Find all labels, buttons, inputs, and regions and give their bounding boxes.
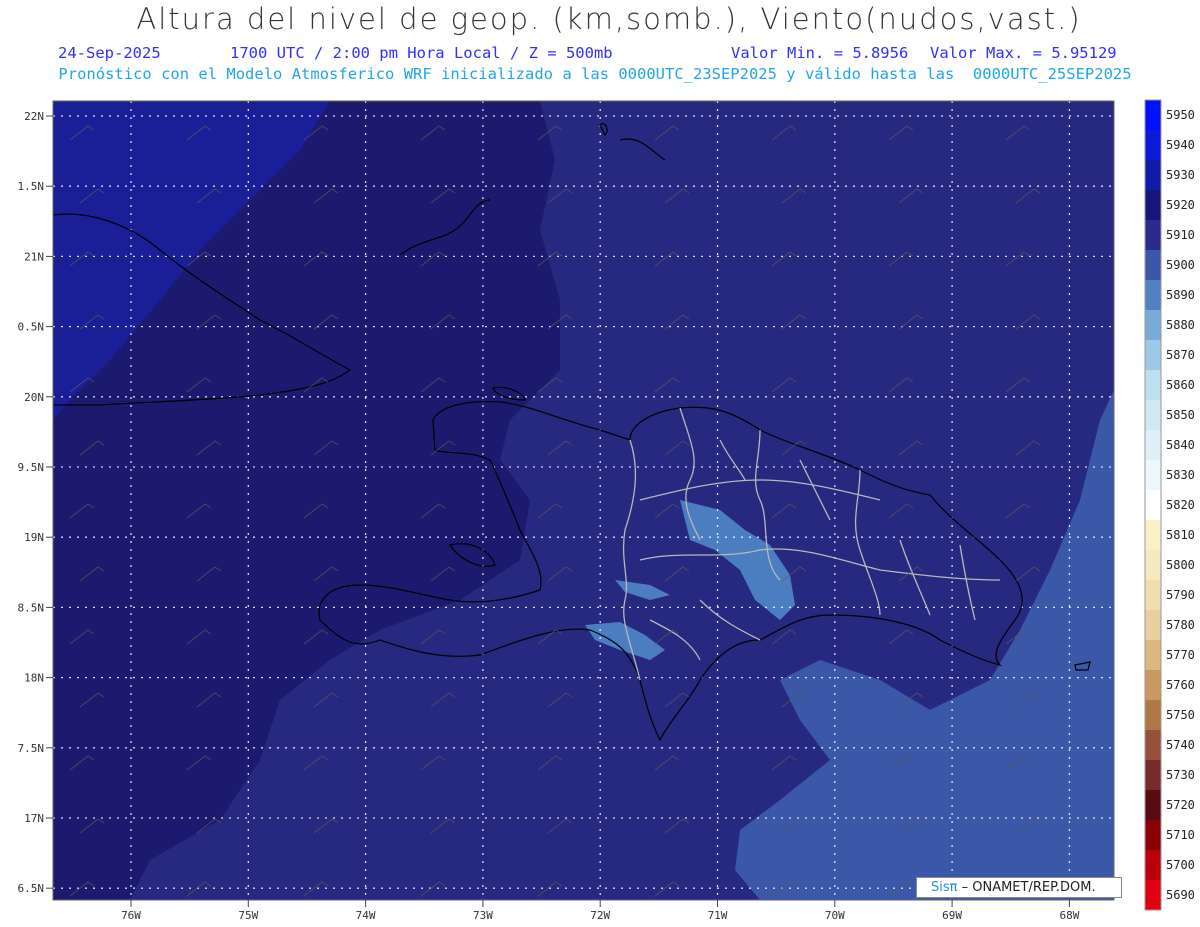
- lat-tick-label: 6.5N: [18, 882, 45, 895]
- legend-level-label: 5860: [1166, 378, 1195, 392]
- legend-swatch: [1145, 400, 1161, 430]
- legend-swatch: [1145, 100, 1161, 130]
- legend-swatch: [1145, 130, 1161, 160]
- legend-swatch: [1145, 160, 1161, 190]
- legend-level-label: 5730: [1166, 768, 1195, 782]
- legend-level-label: 5900: [1166, 258, 1195, 272]
- legend-swatch: [1145, 490, 1161, 520]
- legend-swatch: [1145, 430, 1161, 460]
- legend-level-label: 5910: [1166, 228, 1195, 242]
- lat-tick-label: 0.5N: [18, 321, 45, 334]
- lon-tick-label: 69W: [942, 909, 962, 922]
- legend-level-label: 5940: [1166, 138, 1195, 152]
- forecast-description: Pronóstico con el Modelo Atmosferico WRF…: [58, 65, 1132, 83]
- credit-text: – ONAMET/REP.DOM.: [961, 880, 1096, 895]
- lat-tick-label: 18N: [24, 672, 44, 685]
- legend-level-label: 5850: [1166, 408, 1195, 422]
- lat-tick-label: 1.5N: [18, 180, 45, 193]
- legend-swatch: [1145, 220, 1161, 250]
- legend-level-label: 5700: [1166, 858, 1195, 872]
- legend-swatch: [1145, 640, 1161, 670]
- legend-level-label: 5720: [1166, 798, 1195, 812]
- lat-tick-label: 8.5N: [18, 601, 45, 614]
- legend-level-label: 5690: [1166, 888, 1195, 902]
- lat-tick-label: 19N: [24, 531, 44, 544]
- legend-swatch: [1145, 850, 1161, 880]
- lon-tick-label: 72W: [590, 909, 610, 922]
- sis-logo-text: Sisπ: [931, 880, 958, 895]
- legend-level-label: 5870: [1166, 348, 1195, 362]
- legend-swatch: [1145, 820, 1161, 850]
- legend-level-label: 5750: [1166, 708, 1195, 722]
- legend-level-label: 5800: [1166, 558, 1195, 572]
- lat-tick-label: 20N: [24, 391, 44, 404]
- lon-tick-label: 75W: [238, 909, 258, 922]
- legend-swatch: [1145, 460, 1161, 490]
- legend-swatch: [1145, 670, 1161, 700]
- legend-swatch: [1145, 190, 1161, 220]
- color-legend: 5950 5940 5930 5920 5910 5900 5890 5880 5870 5860…: [1144, 99, 1195, 911]
- lat-tick-label: 17N: [24, 812, 44, 825]
- legend-level-label: 5820: [1166, 498, 1195, 512]
- lat-tick-label: 7.5N: [18, 742, 45, 755]
- legend-swatch: [1145, 550, 1161, 580]
- lon-tick-label: 76W: [121, 909, 141, 922]
- legend-swatch: [1145, 880, 1161, 910]
- legend-level-label: 5880: [1166, 318, 1195, 332]
- map-title: Altura del nivel de geop. (km,somb.), Vi…: [136, 2, 1082, 36]
- min-value: Valor Min. = 5.8956: [731, 44, 909, 62]
- geopotential-field: [53, 101, 1114, 900]
- legend-swatch: [1145, 520, 1161, 550]
- lon-tick-label: 74W: [356, 909, 376, 922]
- legend-level-label: 5810: [1166, 528, 1195, 542]
- legend-swatch: [1145, 790, 1161, 820]
- legend-swatch: [1145, 700, 1161, 730]
- legend-swatch: [1145, 610, 1161, 640]
- lon-tick-label: 71W: [708, 909, 728, 922]
- legend-level-label: 5930: [1166, 168, 1195, 182]
- legend-level-label: 5710: [1166, 828, 1195, 842]
- legend-swatch: [1145, 250, 1161, 280]
- legend-swatch: [1145, 340, 1161, 370]
- lon-tick-label: 68W: [1059, 909, 1079, 922]
- lon-tick-label: 73W: [473, 909, 493, 922]
- lon-tick-label: 70W: [825, 909, 845, 922]
- legend-level-label: 5790: [1166, 588, 1195, 602]
- longitude-axis: 76W 75W 74W 73W 72W 71W 70W 69W 68W: [121, 900, 1080, 922]
- legend-level-label: 5950: [1166, 108, 1195, 122]
- valid-date: 24-Sep-2025: [58, 44, 161, 62]
- legend-level-label: 5920: [1166, 198, 1195, 212]
- legend-swatch: [1145, 310, 1161, 340]
- legend-swatch: [1145, 280, 1161, 310]
- legend-level-label: 5780: [1166, 618, 1195, 632]
- valid-time-level: 1700 UTC / 2:00 pm Hora Local / Z = 500m…: [230, 44, 613, 62]
- legend-swatch: [1145, 760, 1161, 790]
- lat-tick-label: 9.5N: [18, 461, 45, 474]
- legend-level-label: 5740: [1166, 738, 1195, 752]
- latitude-axis: 22N 1.5N 21N 0.5N 20N 9.5N 19N 8.5N 18N 7.5N 17N 6.…: [18, 110, 53, 895]
- credit-box: Sisπ – ONAMET/REP.DOM.: [916, 877, 1122, 898]
- legend-swatch: [1145, 580, 1161, 610]
- max-value: Valor Max. = 5.95129: [930, 44, 1117, 62]
- legend-level-label: 5840: [1166, 438, 1195, 452]
- lat-tick-label: 21N: [24, 250, 44, 263]
- legend-level-label: 5830: [1166, 468, 1195, 482]
- legend-level-label: 5890: [1166, 288, 1195, 302]
- legend-swatch: [1145, 730, 1161, 760]
- map-canvas: 22N 1.5N 21N 0.5N 20N 9.5N 19N 8.5N 18N 7.5N 17N 6.…: [18, 99, 1195, 922]
- legend-level-label: 5770: [1166, 648, 1195, 662]
- legend-level-label: 5760: [1166, 678, 1195, 692]
- lat-tick-label: 22N: [24, 110, 44, 123]
- legend-swatch: [1145, 370, 1161, 400]
